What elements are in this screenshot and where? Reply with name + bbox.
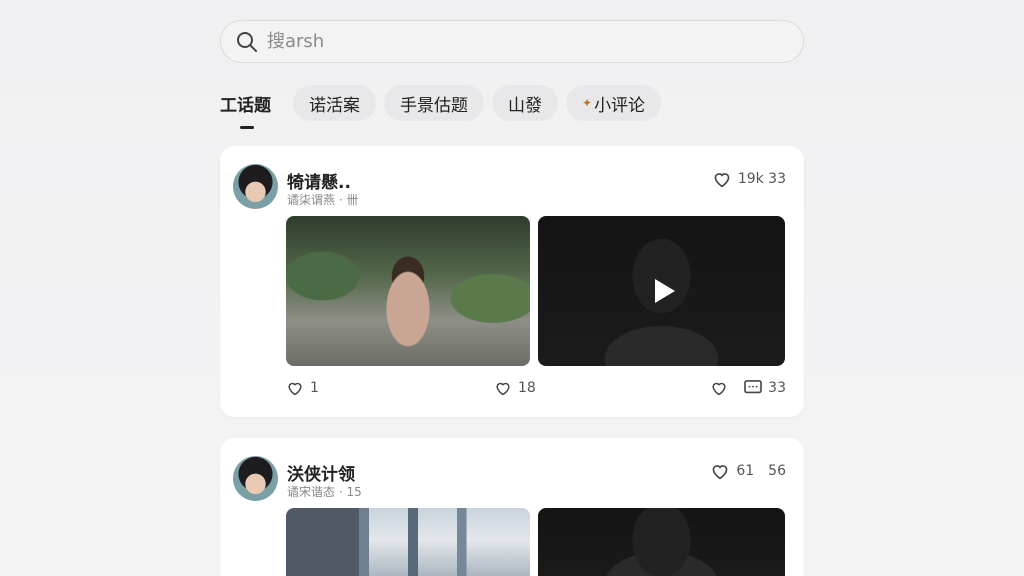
play-icon[interactable] xyxy=(654,279,675,303)
search-input[interactable] xyxy=(267,31,803,52)
heart-icon xyxy=(494,380,512,396)
post-author-name[interactable]: 犄请懸.. xyxy=(287,168,351,193)
like-count-secondary: 56 xyxy=(768,463,786,479)
post-photo[interactable] xyxy=(286,508,530,576)
like-count: 19k 33 xyxy=(737,171,786,187)
post-video[interactable] xyxy=(538,216,785,366)
search-icon xyxy=(235,30,259,54)
tab-topics[interactable]: 工话题 xyxy=(220,85,285,129)
leaf-icon: ✦ xyxy=(582,96,593,110)
comment-icon[interactable] xyxy=(744,380,762,396)
heart-icon xyxy=(286,380,304,396)
tab-3[interactable]: 手景估题 xyxy=(384,85,484,121)
avatar[interactable] xyxy=(233,164,278,209)
tab-label: 小评论 xyxy=(594,95,646,116)
like-count: 1 xyxy=(310,380,319,396)
post-video[interactable] xyxy=(538,508,785,576)
mid-like-action[interactable]: 18 xyxy=(494,380,536,396)
post-card[interactable]: 浂侠计领 谲宋谐态 · 15 61 56 xyxy=(220,438,804,576)
post-meta: 谲宋谐态 · 15 xyxy=(287,485,362,499)
tab-label: 手景估题 xyxy=(400,95,468,116)
like-count: 18 xyxy=(518,380,536,396)
comment-count: 33 xyxy=(768,380,786,396)
tab-label: 山發 xyxy=(508,95,542,116)
like-count: 61 xyxy=(736,463,755,479)
avatar[interactable] xyxy=(233,456,278,501)
heart-icon xyxy=(712,170,732,188)
tab-bar: 工话题 诺活案 手景估题 山發 ✦ 小评论 xyxy=(220,84,662,129)
tab-label: 诺活案 xyxy=(309,95,360,116)
heart-icon xyxy=(710,462,730,480)
video-actions: 33 xyxy=(710,380,786,396)
tab-comments[interactable]: ✦ 小评论 xyxy=(566,85,662,121)
post-likes[interactable]: 19k 33 xyxy=(712,170,786,188)
post-meta: 谲柒谓燕 · 卌 xyxy=(287,193,359,207)
post-card[interactable]: 犄请懸.. 谲柒谓燕 · 卌 19k 33 1 18 33 xyxy=(220,146,804,417)
photo-like-action[interactable]: 1 xyxy=(286,380,319,396)
post-photo[interactable] xyxy=(286,216,530,366)
heart-icon[interactable] xyxy=(710,380,728,396)
tab-4[interactable]: 山發 xyxy=(492,85,558,121)
tab-2[interactable]: 诺活案 xyxy=(293,85,376,121)
search-bar[interactable] xyxy=(220,20,804,63)
tab-label: 工话题 xyxy=(220,95,271,116)
post-author-name[interactable]: 浂侠计领 xyxy=(287,460,355,485)
post-likes[interactable]: 61 56 xyxy=(710,462,786,480)
